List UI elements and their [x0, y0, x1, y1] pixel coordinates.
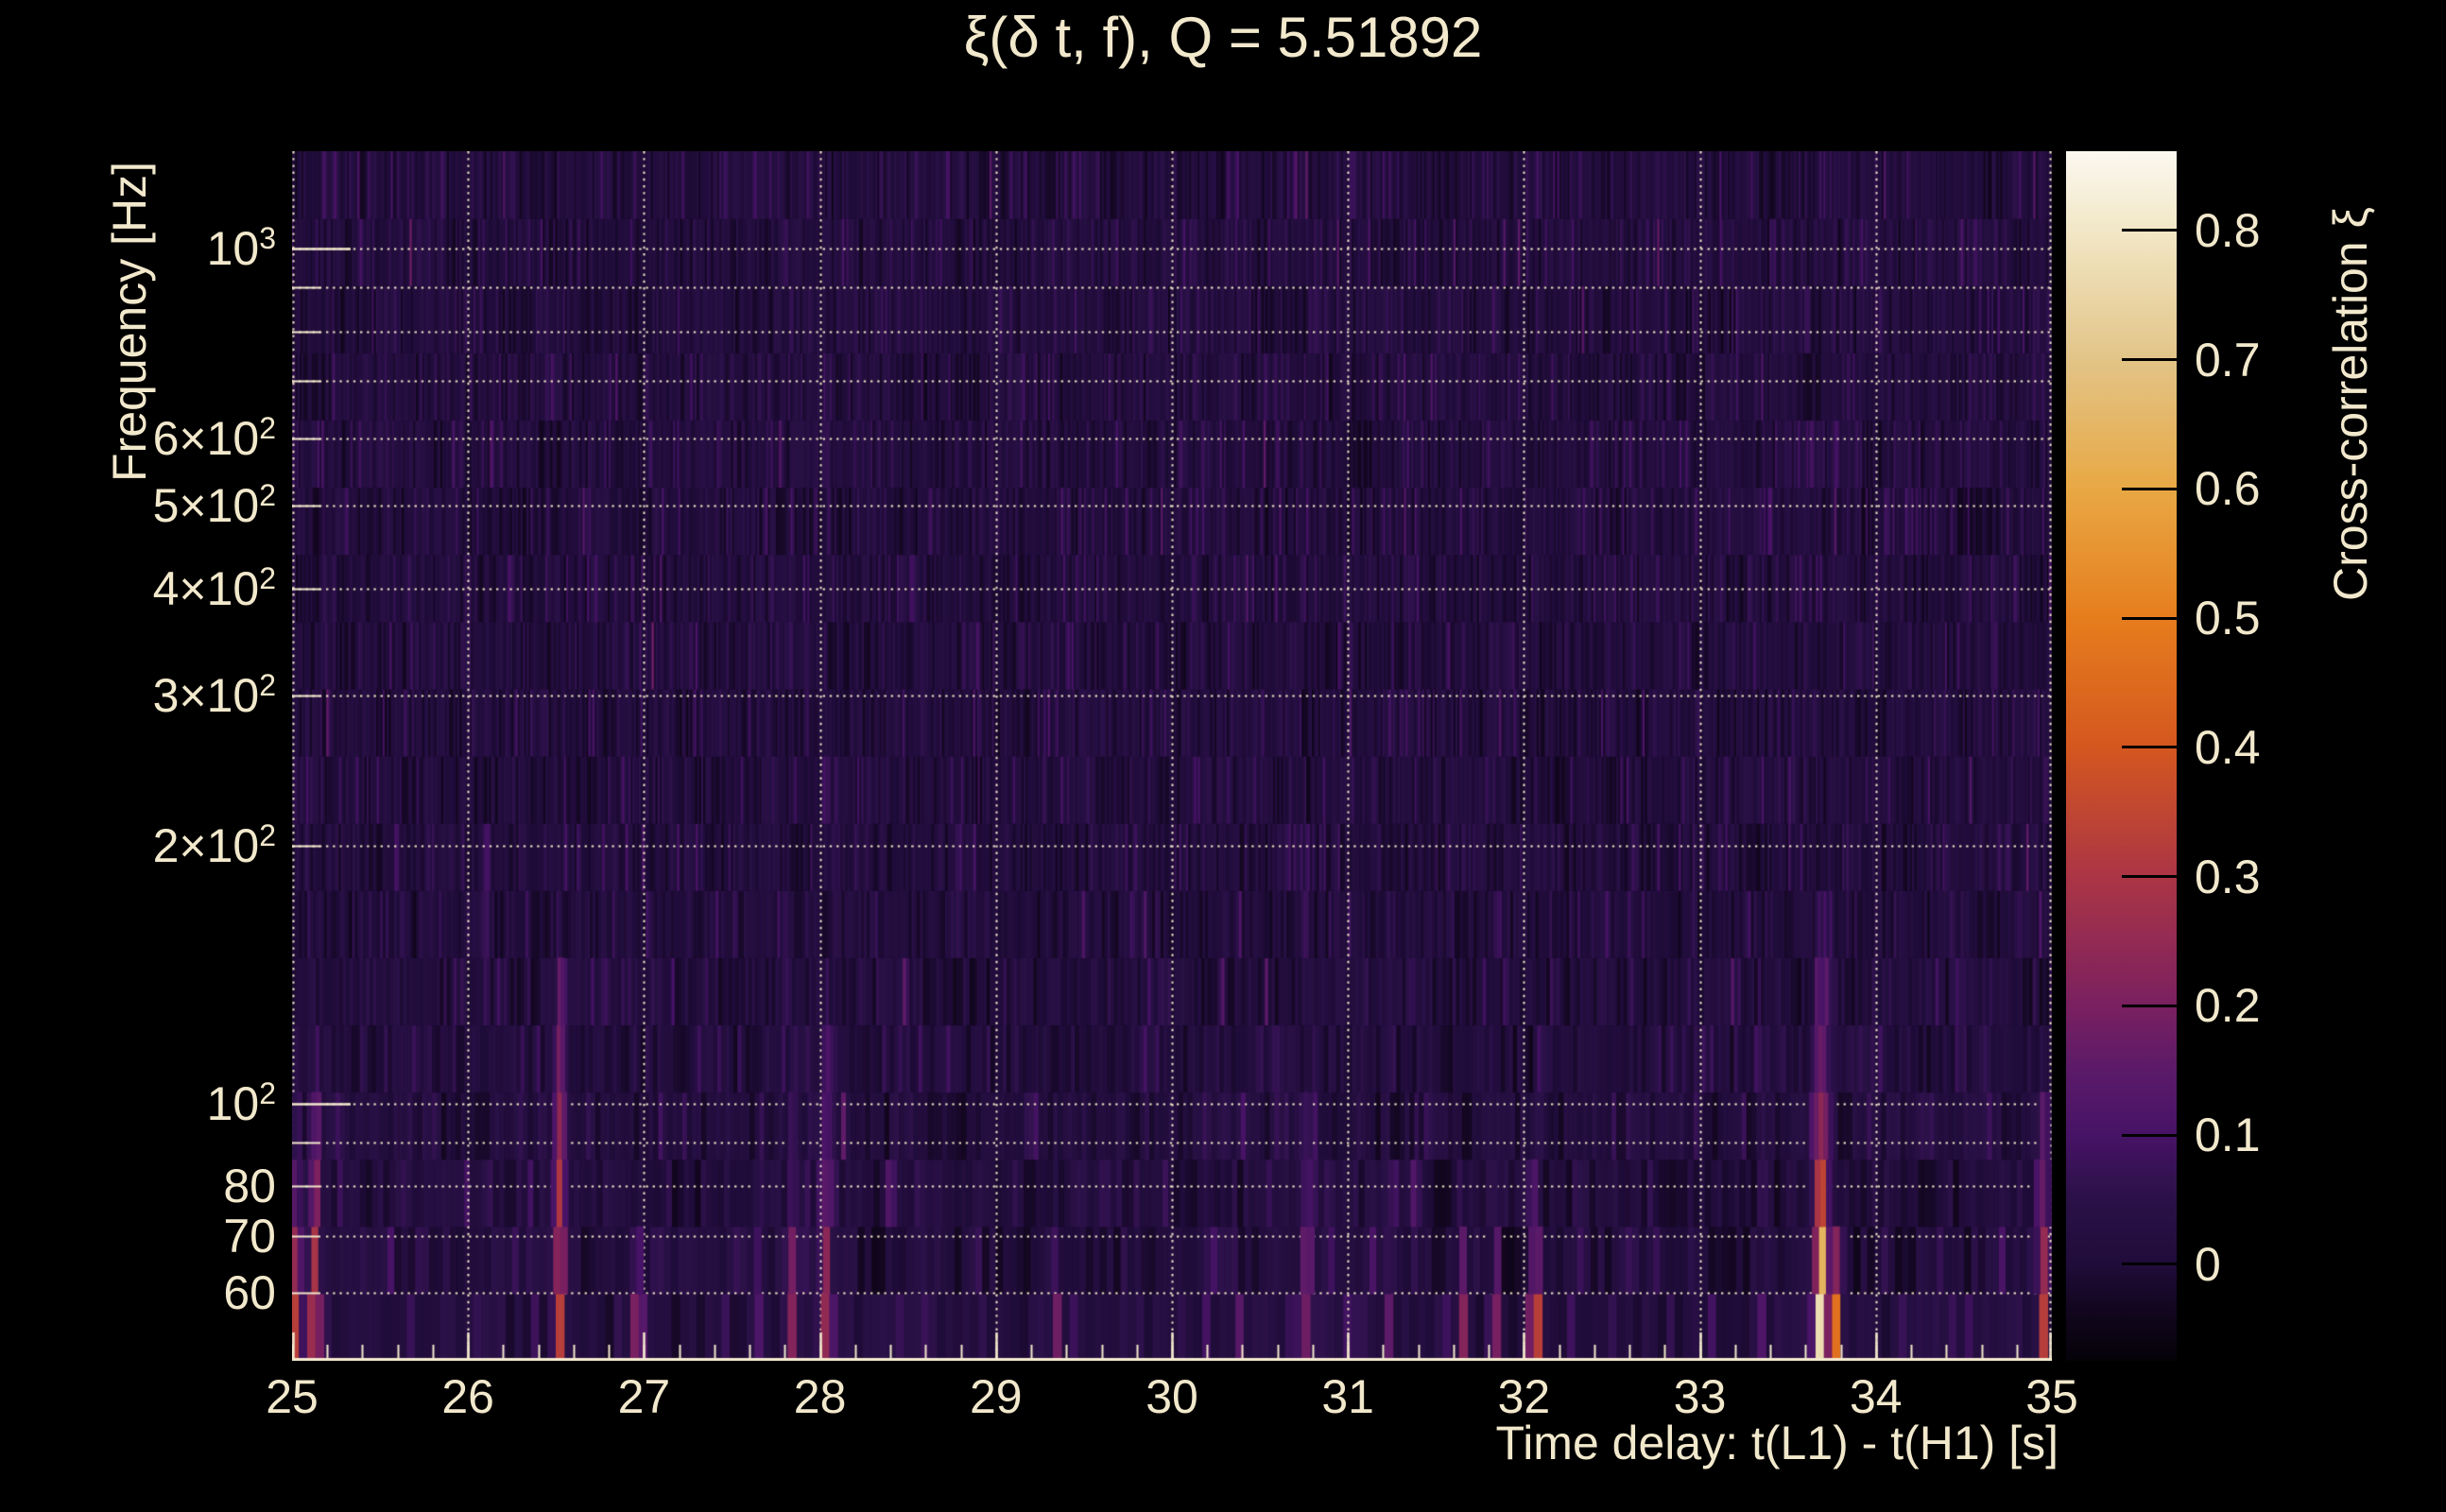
- colorbar-tick-label: 0: [2195, 1237, 2221, 1291]
- colorbar-tick: [2122, 1004, 2177, 1007]
- x-tick-label: 27: [617, 1370, 671, 1423]
- colorbar-tick-label: 0.7: [2195, 333, 2261, 387]
- y-tick-label: 2×102: [152, 818, 276, 873]
- x-tick-label: 29: [969, 1370, 1023, 1423]
- chart-title: ξ(δ t, f), Q = 5.51892: [963, 6, 1483, 69]
- x-tick-label: 25: [266, 1370, 319, 1423]
- heatmap-canvas: [292, 151, 2052, 1361]
- x-tick-label: 32: [1497, 1370, 1551, 1423]
- x-tick-label: 31: [1321, 1370, 1374, 1423]
- colorbar-tick-label: 0.2: [2195, 979, 2261, 1033]
- x-tick-label: 26: [441, 1370, 494, 1423]
- y-tick-label: 102: [206, 1075, 276, 1130]
- y-tick-label: 4×102: [152, 561, 276, 616]
- colorbar-tick-label: 0.3: [2195, 850, 2261, 903]
- colorbar-tick: [2122, 358, 2177, 362]
- x-axis-title: Time delay: t(L1) - t(H1) [s]: [1495, 1417, 2058, 1469]
- colorbar-tick: [2122, 1263, 2177, 1266]
- colorbar-tick-label: 0.4: [2195, 720, 2261, 774]
- colorbar-tick: [2122, 1133, 2177, 1137]
- colorbar-tick-label: 0.5: [2195, 592, 2261, 645]
- colorbar-tick: [2122, 487, 2177, 490]
- colorbar-tick: [2122, 616, 2177, 620]
- colorbar-tick: [2122, 746, 2177, 749]
- y-tick-label: 5×102: [152, 478, 276, 533]
- y-tick-label: 6×102: [152, 410, 276, 465]
- x-tick-label: 34: [1849, 1370, 1903, 1423]
- y-tick-label: 70: [223, 1209, 276, 1263]
- colorbar-tick: [2122, 229, 2177, 232]
- y-tick-label: 60: [223, 1266, 276, 1320]
- y-tick-label: 3×102: [152, 668, 276, 723]
- colorbar-gradient: [2066, 151, 2177, 1361]
- x-tick-label: 35: [2025, 1370, 2078, 1423]
- colorbar-title: Cross-correlation ξ: [2324, 207, 2377, 601]
- x-tick-label: 30: [1145, 1370, 1198, 1423]
- y-tick-label: 80: [223, 1160, 276, 1213]
- spectrogram-page: ξ(δ t, f), Q = 5.51892 Frequency [Hz] Ti…: [0, 0, 2446, 1512]
- x-tick-label: 33: [1673, 1370, 1727, 1423]
- y-tick-label: 103: [206, 221, 276, 276]
- x-tick-label: 28: [793, 1370, 847, 1423]
- colorbar-tick-label: 0.1: [2195, 1108, 2261, 1162]
- colorbar-tick-label: 0.6: [2195, 462, 2261, 516]
- colorbar-tick-label: 0.8: [2195, 203, 2261, 257]
- colorbar-tick: [2122, 875, 2177, 879]
